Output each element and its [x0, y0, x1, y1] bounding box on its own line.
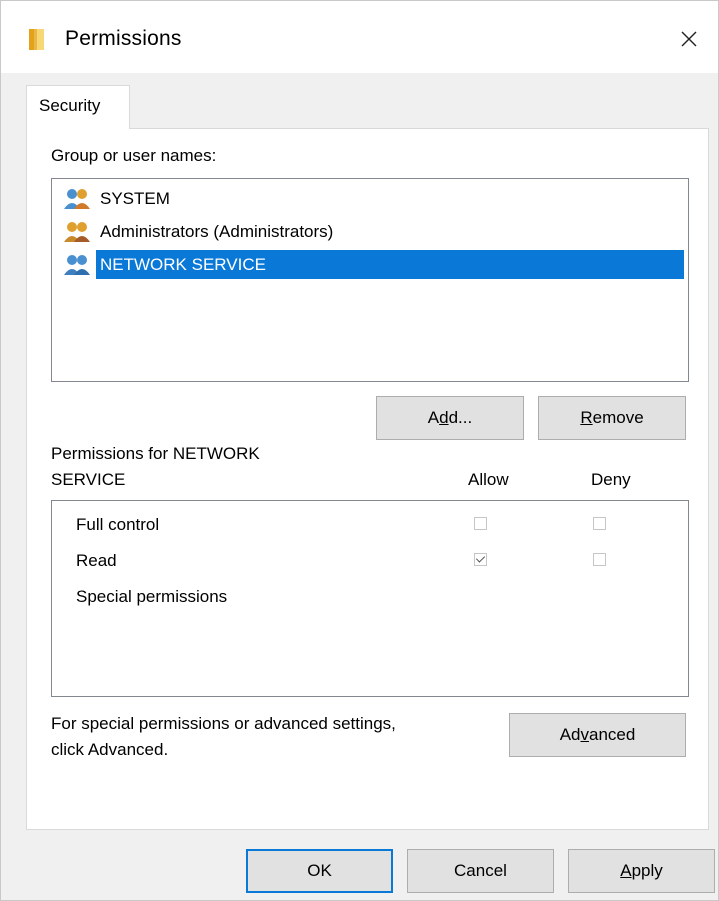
- special-permissions-text-line2: click Advanced.: [51, 740, 169, 759]
- deny-checkbox[interactable]: [593, 517, 606, 530]
- window-title: Permissions: [65, 27, 182, 50]
- remove-button-label: Remove: [580, 408, 644, 427]
- allow-column-header: Allow: [468, 470, 509, 489]
- advanced-button-label: Advanced: [559, 725, 636, 744]
- user-list-item-administrators[interactable]: Administrators (Administrators): [62, 217, 684, 246]
- permission-row-read: Read: [52, 545, 688, 577]
- close-icon: [681, 31, 697, 47]
- allow-checkbox[interactable]: [474, 553, 487, 566]
- ok-button[interactable]: OK: [246, 849, 393, 893]
- permission-row-full-control: Full control: [52, 509, 688, 541]
- permissions-for-label-line1: Permissions for NETWORK: [51, 444, 260, 463]
- permission-name: Special permissions: [76, 587, 228, 606]
- deny-checkbox[interactable]: [593, 553, 606, 566]
- users-group-icon: [64, 188, 90, 209]
- cancel-button[interactable]: Cancel: [407, 849, 554, 893]
- group-or-user-names-label: Group or user names:: [51, 146, 217, 165]
- apply-button[interactable]: Apply: [568, 849, 715, 893]
- remove-button[interactable]: Remove: [538, 396, 686, 440]
- user-name: Administrators (Administrators): [100, 222, 334, 241]
- user-name: SYSTEM: [100, 189, 170, 208]
- apply-button-label: Apply: [620, 861, 663, 880]
- user-list[interactable]: SYSTEM Administrators (Administrators) N…: [51, 178, 689, 382]
- permission-name: Read: [76, 551, 117, 570]
- deny-column-header: Deny: [591, 470, 631, 489]
- advanced-button[interactable]: Advanced: [509, 713, 686, 757]
- users-group-icon: [64, 221, 90, 242]
- permissions-list: Full control Read Special permissions: [51, 500, 689, 697]
- users-group-icon: [64, 254, 90, 275]
- permission-row-special-permissions: Special permissions: [52, 581, 688, 613]
- ok-button-label: OK: [307, 861, 332, 880]
- user-list-item-network-service[interactable]: NETWORK SERVICE: [62, 250, 684, 279]
- permissions-for-label-line2: SERVICE: [51, 470, 126, 489]
- tab-security[interactable]: Security: [26, 85, 130, 129]
- special-permissions-text-line1: For special permissions or advanced sett…: [51, 714, 396, 733]
- folder-icon: [29, 29, 44, 50]
- add-button-label: Add...: [427, 408, 473, 427]
- user-list-item-system[interactable]: SYSTEM: [62, 184, 684, 213]
- cancel-button-label: Cancel: [454, 861, 507, 880]
- user-name: NETWORK SERVICE: [96, 250, 684, 279]
- close-button[interactable]: [660, 15, 718, 63]
- tab-security-label: Security: [39, 96, 101, 115]
- title-bar: Permissions: [1, 1, 718, 73]
- add-button[interactable]: Add...: [376, 396, 524, 440]
- allow-checkbox[interactable]: [474, 517, 487, 530]
- permission-name: Full control: [76, 515, 160, 534]
- permissions-dialog: Permissions Security Group or user names…: [0, 0, 719, 901]
